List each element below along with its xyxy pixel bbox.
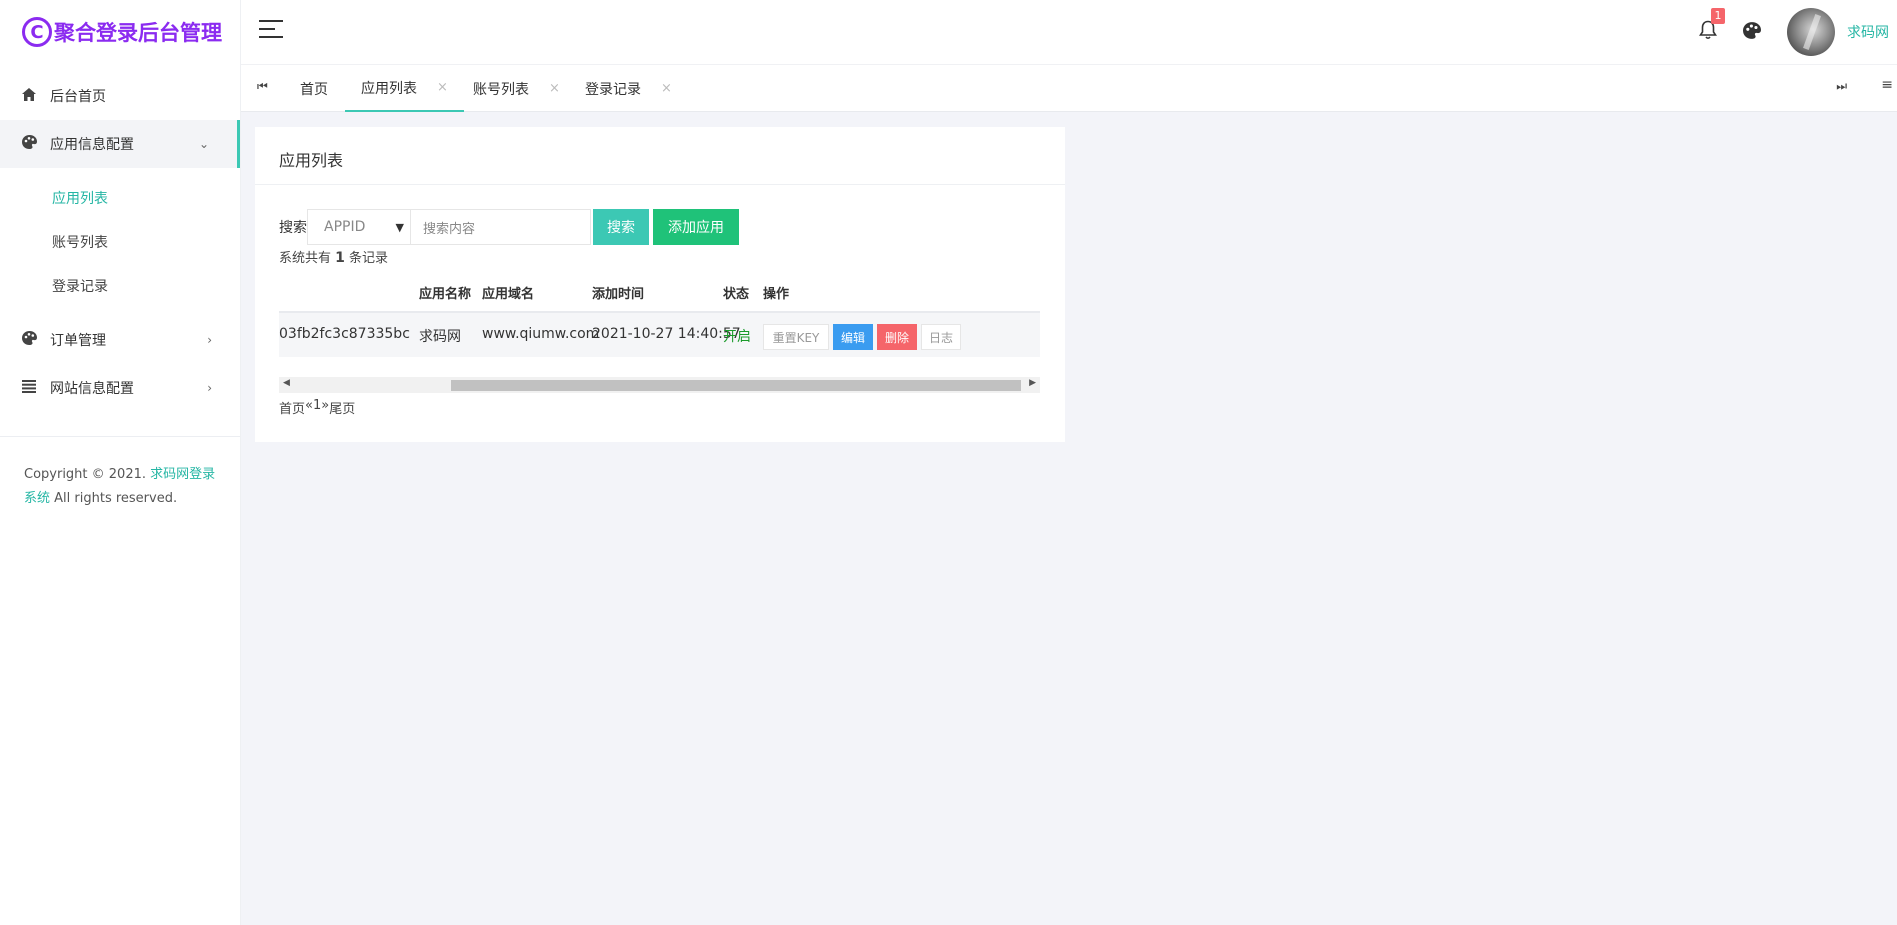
col-header-name: 应用名称 xyxy=(419,287,472,302)
app-list-card: 应用列表 搜索 APPID ▼ 搜索内容 搜索 添加应用 系统共有 1 条记录 … xyxy=(255,127,1065,442)
log-button[interactable]: 日志 xyxy=(921,324,961,350)
table-row: 03fb2fc3c87335bc 求码网 www.qiumw.com 2021-… xyxy=(279,313,1040,357)
tab-label: 账号列表 xyxy=(473,81,529,98)
chevron-down-icon: ⌄ xyxy=(198,137,209,151)
reset-key-button[interactable]: 重置KEY xyxy=(763,324,829,350)
tab-login-records[interactable]: 登录记录 × xyxy=(585,65,672,112)
app-table: 应用名称 应用域名 添加时间 状态 操作 03fb2fc3c87335bc 求码… xyxy=(279,267,1040,357)
sidebar-menu: 后台首页 应用信息配置 ⌄ 应用列表 账号列表 登录记录 订单管理 › 网站信息… xyxy=(0,64,240,412)
tab-menu-icon[interactable]: ≡ xyxy=(1881,77,1893,93)
pagination: 首页 « 1 » 尾页 xyxy=(279,398,355,417)
tab-account-list[interactable]: 账号列表 × xyxy=(473,65,560,112)
chevron-down-icon: ▼ xyxy=(395,220,404,234)
table-header: 应用名称 应用域名 添加时间 状态 操作 xyxy=(279,267,1040,313)
sidebar-item-label: 网站信息配置 xyxy=(50,381,134,397)
username[interactable]: 求码网 xyxy=(1847,22,1889,42)
pager-next[interactable]: » xyxy=(321,398,329,417)
palette-icon xyxy=(1743,21,1761,39)
notification-bell[interactable]: 1 xyxy=(1699,8,1725,44)
theme-palette-button[interactable] xyxy=(1743,21,1767,43)
col-header-time: 添加时间 xyxy=(592,287,645,302)
status-badge: 开启 xyxy=(723,329,751,345)
palette-icon xyxy=(22,331,50,349)
scrollbar-thumb[interactable] xyxy=(451,380,1021,391)
tab-bar: ⏮ 首页 应用列表 × 账号列表 × 登录记录 × ⏭ ≡ xyxy=(241,64,1897,112)
sidebar-subitem-account-list[interactable]: 账号列表 xyxy=(0,220,240,264)
summary-prefix: 系统共有 xyxy=(279,251,336,266)
close-icon[interactable]: × xyxy=(661,81,672,96)
copyright: Copyright © 2021. 求码网登录系统 All rights res… xyxy=(0,437,240,511)
close-icon[interactable]: × xyxy=(549,81,560,96)
close-icon[interactable]: × xyxy=(437,80,448,95)
tab-label: 登录记录 xyxy=(585,81,641,98)
horizontal-scrollbar[interactable]: ◀ ▶ xyxy=(279,377,1040,393)
cell-name: 求码网 xyxy=(419,329,461,345)
avatar[interactable] xyxy=(1787,8,1835,56)
cell-time: 2021-10-27 14:40:57 xyxy=(592,326,741,342)
sidebar-item-orders[interactable]: 订单管理 › xyxy=(0,316,240,364)
col-header-status: 状态 xyxy=(723,287,750,302)
col-header-domain: 应用域名 xyxy=(482,287,535,302)
sidebar-item-app-config[interactable]: 应用信息配置 ⌄ xyxy=(0,120,240,168)
tab-home[interactable]: 首页 xyxy=(300,65,328,112)
copyright-suffix: All rights reserved. xyxy=(50,491,178,506)
sidebar-item-label: 应用信息配置 xyxy=(50,137,134,153)
card-title: 应用列表 xyxy=(255,127,1065,185)
pager-page[interactable]: 1 xyxy=(313,398,321,417)
search-field-select[interactable]: APPID ▼ xyxy=(307,209,411,245)
cell-domain: www.qiumw.com xyxy=(482,326,600,342)
cell-appid: 03fb2fc3c87335bc xyxy=(279,326,410,342)
search-button[interactable]: 搜索 xyxy=(593,209,649,245)
menu-toggle-icon[interactable] xyxy=(259,20,283,40)
tab-label: 应用列表 xyxy=(361,80,417,97)
sidebar-item-label: 后台首页 xyxy=(50,89,106,105)
record-count: 1 xyxy=(335,250,345,266)
home-icon xyxy=(22,87,50,105)
tab-app-list[interactable]: 应用列表 × xyxy=(345,65,464,112)
copyright-prefix: Copyright © 2021. xyxy=(24,467,151,482)
scroll-right-icon[interactable]: ▶ xyxy=(1029,378,1036,388)
pager-prev[interactable]: « xyxy=(305,398,313,417)
tab-first-icon[interactable]: ⏮ xyxy=(257,79,268,94)
add-app-button[interactable]: 添加应用 xyxy=(653,209,739,245)
edit-button[interactable]: 编辑 xyxy=(833,324,873,350)
list-icon xyxy=(22,379,50,397)
chevron-right-icon: › xyxy=(207,381,212,395)
sidebar-item-site-config[interactable]: 网站信息配置 › xyxy=(0,364,240,412)
search-bar: 搜索 APPID ▼ 搜索内容 搜索 添加应用 xyxy=(279,209,739,245)
logo[interactable]: C 聚合登录后台管理 xyxy=(0,0,240,64)
sidebar-subitem-login-records[interactable]: 登录记录 xyxy=(0,264,240,308)
pager-first[interactable]: 首页 xyxy=(279,398,305,417)
pager-last[interactable]: 尾页 xyxy=(329,398,355,417)
top-header: 1 求码网 xyxy=(241,0,1897,64)
row-actions: 重置KEY 编辑 删除 日志 xyxy=(763,324,965,350)
sidebar-item-label: 订单管理 xyxy=(50,333,106,349)
notification-badge: 1 xyxy=(1711,8,1725,24)
record-summary: 系统共有 1 条记录 xyxy=(279,247,388,266)
scroll-left-icon[interactable]: ◀ xyxy=(283,378,290,388)
delete-button[interactable]: 删除 xyxy=(877,324,917,350)
search-input[interactable]: 搜索内容 xyxy=(411,209,591,245)
header-right: 1 求码网 xyxy=(1699,0,1897,64)
select-value: APPID xyxy=(324,219,366,235)
search-label: 搜索 xyxy=(279,220,307,236)
submenu-app-config: 应用列表 账号列表 登录记录 xyxy=(0,168,240,316)
summary-suffix: 条记录 xyxy=(344,251,389,266)
tab-last-icon[interactable]: ⏭ xyxy=(1836,79,1847,94)
palette-icon xyxy=(22,135,50,153)
col-header-ops: 操作 xyxy=(763,287,790,302)
chevron-right-icon: › xyxy=(207,333,212,347)
sidebar-item-home[interactable]: 后台首页 xyxy=(0,72,240,120)
sidebar: C 聚合登录后台管理 后台首页 应用信息配置 ⌄ 应用列表 账号列表 登录记录 … xyxy=(0,0,241,925)
sidebar-subitem-app-list[interactable]: 应用列表 xyxy=(0,176,240,220)
app-title: 聚合登录后台管理 xyxy=(54,21,222,45)
tab-label: 首页 xyxy=(300,81,328,98)
logo-icon: C xyxy=(22,17,52,47)
